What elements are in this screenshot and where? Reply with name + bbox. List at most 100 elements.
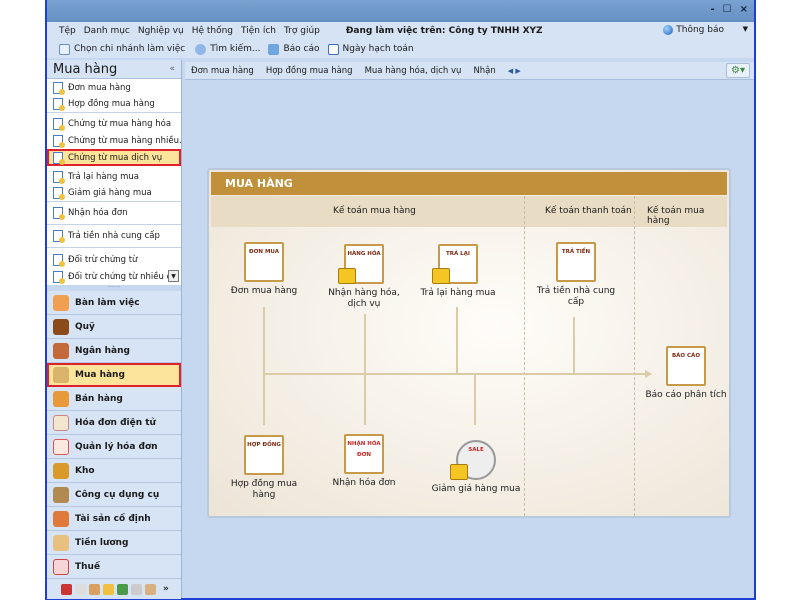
- calendar-icon: [327, 43, 339, 55]
- report-icon: [268, 43, 280, 55]
- more-modules-button[interactable]: »: [163, 584, 169, 594]
- report-button[interactable]: Báo cáo: [283, 44, 319, 54]
- desk-icon: [53, 294, 69, 311]
- menu-utilities[interactable]: Tiện ích: [241, 26, 276, 36]
- module-icon[interactable]: [89, 583, 100, 595]
- tab-purchase-contract[interactable]: Hợp đồng mua hàng: [266, 66, 353, 76]
- scroll-down-button[interactable]: ▼: [168, 270, 179, 282]
- section-payment-accounting: Kế toán thanh toán: [545, 206, 632, 216]
- sidebar-item[interactable]: Đơn mua hàng: [47, 79, 181, 96]
- return-gift-icon: TRẢ LẠI: [432, 244, 478, 284]
- flow-line: [263, 373, 645, 375]
- gear-icon[interactable]: ⚙▾: [726, 63, 750, 78]
- toolbar: Chọn chi nhánh làm việc Tìm kiếm... Báo …: [47, 40, 754, 58]
- nav-item[interactable]: Kho: [47, 459, 181, 483]
- sidebar-item[interactable]: Nhận hóa đơn: [47, 202, 181, 225]
- nav-item[interactable]: Tài sản cố định: [47, 507, 181, 531]
- notify-button[interactable]: Thông báo: [663, 25, 724, 35]
- sidebar-item-label: Giảm giá hàng mua: [68, 188, 152, 198]
- search-icon: [195, 43, 207, 55]
- tab-scroll-arrows[interactable]: ◀ ▶: [508, 67, 521, 75]
- menu-help[interactable]: Trợ giúp: [284, 26, 320, 36]
- sidebar: Mua hàng « Đơn mua hàng Hợp đồng mua hàng…: [47, 60, 182, 599]
- menu-system[interactable]: Hệ thống: [192, 26, 233, 36]
- node-pay-supplier[interactable]: TRẢ TIỀN Trả tiền nhà cung cấp: [531, 242, 621, 308]
- sidebar-item[interactable]: Giảm giá hàng mua: [47, 185, 181, 202]
- node-receive-goods[interactable]: HÀNG HÓA Nhận hàng hóa, dịch vụ: [319, 244, 409, 310]
- invoice-icon: NHẬN HÓA ĐƠN: [344, 434, 384, 474]
- close-button[interactable]: ×: [740, 4, 748, 15]
- warehouse-icon: [53, 462, 69, 479]
- cart-goods-icon: HÀNG HÓA: [338, 244, 384, 284]
- sidebar-item-label: Chứng từ mua dịch vụ: [68, 152, 163, 163]
- collapse-button[interactable]: «: [169, 60, 175, 79]
- menu-file[interactable]: Tệp: [59, 26, 76, 36]
- menu-catalog[interactable]: Danh mục: [84, 26, 130, 36]
- node-analysis-report[interactable]: BÁO CÁO Báo cáo phân tích: [641, 346, 729, 401]
- section-headers: Kế toán mua hàng Kế toán thanh toán Kế t…: [211, 196, 727, 227]
- nav-item[interactable]: Bàn làm việc: [47, 291, 181, 315]
- purchase-diagram: MUA HÀNG Kế toán mua hàng Kế toán thanh …: [207, 168, 731, 518]
- choose-branch-button[interactable]: Chọn chi nhánh làm việc: [74, 44, 185, 54]
- nav-item[interactable]: Ngân hàng: [47, 339, 181, 363]
- nav-item[interactable]: Công cụ dụng cụ: [47, 483, 181, 507]
- nav-item[interactable]: Thuế: [47, 555, 181, 579]
- document-icon: [53, 230, 65, 243]
- sidebar-item[interactable]: Hợp đồng mua hàng: [47, 96, 181, 113]
- document-icon: [53, 98, 65, 111]
- document-icon: [53, 187, 65, 200]
- flow-line: [364, 314, 366, 425]
- module-icon[interactable]: [75, 583, 86, 595]
- menu-operations[interactable]: Nghiệp vụ: [138, 26, 184, 36]
- sidebar-item-selected[interactable]: Chứng từ mua dịch vụ: [47, 149, 181, 166]
- nav-item[interactable]: Quỹ: [47, 315, 181, 339]
- module-icon[interactable]: [131, 583, 142, 595]
- sidebar-item[interactable]: Đối trừ chứng từ: [47, 251, 181, 268]
- nav-item-selected[interactable]: Mua hàng: [47, 363, 181, 387]
- sidebar-item[interactable]: Chứng từ mua hàng nhiều...: [47, 132, 181, 149]
- document-icon: [53, 170, 65, 184]
- tab-receive[interactable]: Nhận: [473, 66, 495, 76]
- tax-icon: [53, 558, 69, 575]
- posting-date-button[interactable]: Ngày hạch toán: [343, 44, 414, 54]
- node-return-goods[interactable]: TRẢ LẠI Trả lại hàng mua: [413, 244, 503, 299]
- document-icon: [53, 81, 65, 95]
- sidebar-item[interactable]: Trả lại hàng mua: [47, 168, 181, 185]
- sidebar-item[interactable]: Trả tiền nhà cung cấp: [47, 225, 181, 248]
- nav-item-label: Quỹ: [75, 321, 95, 332]
- sidebar-title-text: Mua hàng: [53, 62, 118, 77]
- sidebar-title: Mua hàng «: [47, 60, 181, 79]
- node-purchase-order[interactable]: ĐƠN MUA Đơn mua hàng: [219, 242, 309, 297]
- module-icon[interactable]: [103, 583, 114, 595]
- sidebar-item-label: Trả lại hàng mua: [68, 171, 139, 182]
- sidebar-item-label: Đối trừ chứng từ: [68, 254, 138, 265]
- maximize-button[interactable]: ☐: [723, 4, 732, 15]
- nav-item-label: Kho: [75, 465, 95, 476]
- tab-purchase-goods[interactable]: Mua hàng hóa, dịch vụ: [365, 66, 462, 76]
- sidebar-item[interactable]: Chứng từ mua hàng hóa: [47, 115, 181, 132]
- nav-item[interactable]: Quản lý hóa đơn: [47, 435, 181, 459]
- nav-item[interactable]: Bán hàng: [47, 387, 181, 411]
- report-chart-icon: BÁO CÁO: [666, 346, 706, 386]
- cart-icon: [53, 366, 69, 383]
- module-icon[interactable]: [61, 583, 72, 595]
- module-icon[interactable]: [117, 583, 128, 595]
- node-purchase-discount[interactable]: SALE Giảm giá hàng mua: [431, 440, 521, 495]
- nav-item[interactable]: Hóa đơn điện tử: [47, 411, 181, 435]
- notify-label: Thông báo: [676, 25, 724, 35]
- sales-icon: [53, 390, 69, 407]
- payment-people-icon: TRẢ TIỀN: [556, 242, 596, 282]
- node-purchase-contract[interactable]: HỢP ĐỒNG Hợp đồng mua hàng: [219, 435, 309, 501]
- nav-item[interactable]: Tiền lương: [47, 531, 181, 555]
- tab-purchase-order[interactable]: Đơn mua hàng: [191, 66, 254, 76]
- search-button[interactable]: Tìm kiếm...: [210, 44, 260, 54]
- sidebar-item[interactable]: Đối trừ chứng từ nhiều đối ▼: [47, 268, 181, 285]
- menu-bar: Tệp Danh mục Nghiệp vụ Hệ thống Tiện ích…: [47, 22, 754, 40]
- node-receive-invoice[interactable]: NHẬN HÓA ĐƠN Nhận hóa đơn: [319, 434, 409, 489]
- module-icon[interactable]: [145, 583, 156, 595]
- contract-icon: HỢP ĐỒNG: [244, 435, 284, 475]
- chevron-down-icon[interactable]: ▼: [743, 25, 748, 33]
- minimize-button[interactable]: -: [710, 4, 714, 15]
- node-label: Báo cáo phân tích: [645, 390, 727, 400]
- node-label: Hợp đồng mua hàng: [230, 479, 298, 500]
